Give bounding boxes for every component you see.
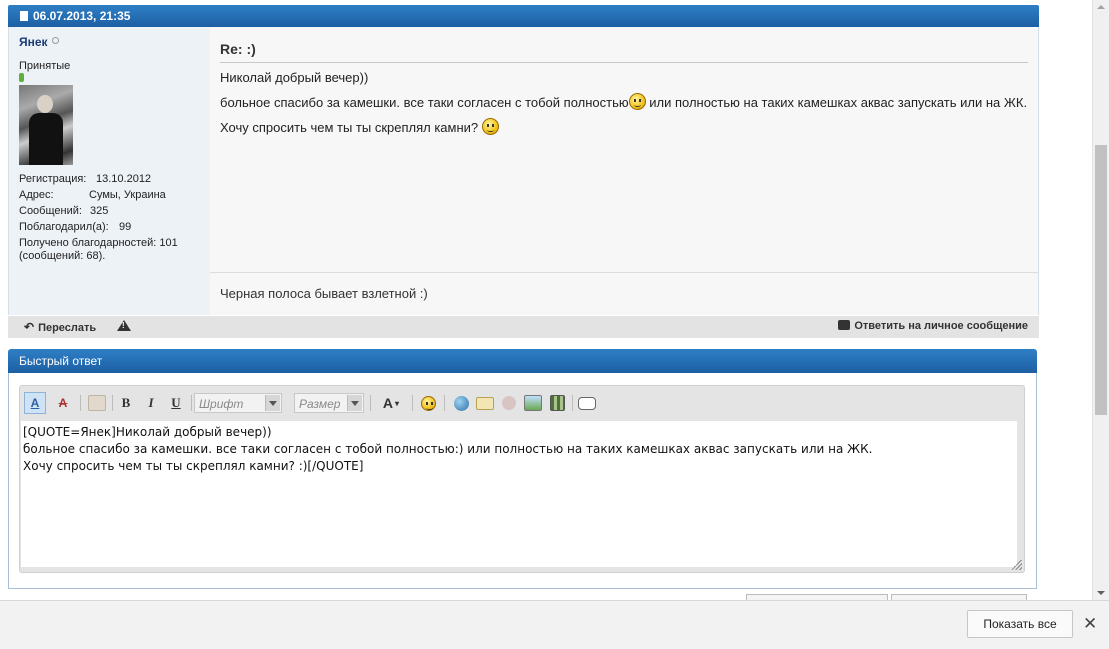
quick-reply-header: Быстрый ответ bbox=[8, 349, 1037, 373]
scroll-down-icon[interactable] bbox=[1097, 591, 1105, 595]
reputation-icon bbox=[19, 73, 24, 82]
post-line-1: Николай добрый вечер)) bbox=[220, 70, 369, 85]
video-icon[interactable] bbox=[546, 392, 568, 414]
resize-grip-icon[interactable] bbox=[1012, 560, 1022, 570]
post-line-3: Хочу спросить чем ты ты скреплял камни? bbox=[220, 118, 1028, 136]
unlink-icon[interactable] bbox=[498, 392, 520, 414]
avatar[interactable] bbox=[19, 85, 73, 165]
quote-icon[interactable] bbox=[576, 392, 598, 414]
chevron-down-icon bbox=[265, 395, 280, 411]
smiley-icon bbox=[628, 93, 646, 110]
switch-mode-icon[interactable]: A bbox=[52, 392, 74, 414]
post-title: Re: :) bbox=[220, 41, 1028, 63]
underline-icon[interactable]: U bbox=[165, 392, 187, 414]
signature: Черная полоса бывает взлетной :) bbox=[210, 272, 1038, 315]
stat-thanked: Поблагодарил(а): 99 bbox=[19, 221, 132, 233]
chevron-down-icon bbox=[347, 395, 362, 411]
smiley-icon[interactable] bbox=[417, 392, 439, 414]
size-select[interactable]: Размер bbox=[294, 393, 364, 413]
scroll-thumb[interactable] bbox=[1095, 145, 1107, 415]
editor: A A B I U Шрифт Размер A ▾ [QUOTE=Янек]Н… bbox=[19, 385, 1025, 573]
post-line-2: больное спасибо за камешки. все таки сог… bbox=[220, 93, 1028, 110]
stat-thanks-received: Получено благодарностей: 101 (сообщений:… bbox=[19, 237, 178, 262]
text-color-icon[interactable]: A ▾ bbox=[376, 392, 406, 414]
show-all-button[interactable]: Показать все bbox=[967, 610, 1073, 638]
stat-address: Адрес: Сумы, Украина bbox=[19, 189, 166, 201]
post-actions-bar: ↶Переслать Ответить на личное сообщение bbox=[8, 316, 1039, 338]
offline-status-icon bbox=[51, 37, 59, 44]
smiley-icon bbox=[481, 118, 499, 135]
image-icon[interactable] bbox=[522, 392, 544, 414]
editor-toolbar: A A B I U Шрифт Размер A ▾ bbox=[24, 392, 1020, 414]
forward-button[interactable]: ↶ Переслать bbox=[24, 320, 96, 334]
reply-textarea[interactable]: [QUOTE=Янек]Николай добрый вечер)) больн… bbox=[21, 421, 1017, 567]
page: 06.07.2013, 21:35 Янек Принятые Регистра… bbox=[0, 0, 1092, 600]
username-link[interactable]: Янек bbox=[19, 35, 48, 49]
vertical-scrollbar[interactable] bbox=[1092, 0, 1109, 600]
post-text: Николай добрый вечер)) больное спасибо з… bbox=[220, 70, 1028, 136]
download-bar: Показать все ✕ bbox=[0, 600, 1109, 649]
user-stats: Регистрация: 13.10.2012 Адрес: Сумы, Украи… bbox=[19, 171, 200, 263]
forward-icon: ↶ bbox=[24, 320, 35, 334]
remove-format-icon[interactable]: A bbox=[24, 392, 46, 414]
scroll-up-icon[interactable] bbox=[1097, 5, 1105, 9]
font-select[interactable]: Шрифт bbox=[194, 393, 282, 413]
user-info-panel: Янек Принятые Регистрация: 13.10.2012 Адр… bbox=[9, 27, 210, 315]
post-date: 06.07.2013, 21:35 bbox=[33, 9, 131, 23]
message-content: Re: :) Николай добрый вечер)) больное сп… bbox=[210, 27, 1038, 272]
user-title: Принятые bbox=[19, 60, 71, 72]
report-icon[interactable] bbox=[117, 320, 131, 331]
message-icon bbox=[838, 320, 851, 330]
link-icon[interactable] bbox=[450, 392, 472, 414]
close-icon[interactable]: ✕ bbox=[1083, 614, 1097, 634]
post-icon bbox=[20, 11, 28, 21]
post-header: 06.07.2013, 21:35 bbox=[8, 5, 1039, 27]
post-body: Янек Принятые Регистрация: 13.10.2012 Адр… bbox=[8, 27, 1039, 315]
reply-pm-button[interactable]: Ответить на личное сообщение bbox=[838, 320, 1028, 332]
bold-icon[interactable]: B bbox=[115, 392, 137, 414]
quick-reply-body: A A B I U Шрифт Размер A ▾ [QUOTE=Янек]Н… bbox=[8, 373, 1037, 589]
email-icon[interactable] bbox=[474, 392, 496, 414]
stat-posts: Сообщений: 325 bbox=[19, 205, 109, 217]
paste-icon[interactable] bbox=[86, 392, 108, 414]
italic-icon[interactable]: I bbox=[140, 392, 162, 414]
stat-registration: Регистрация: 13.10.2012 bbox=[19, 173, 152, 185]
